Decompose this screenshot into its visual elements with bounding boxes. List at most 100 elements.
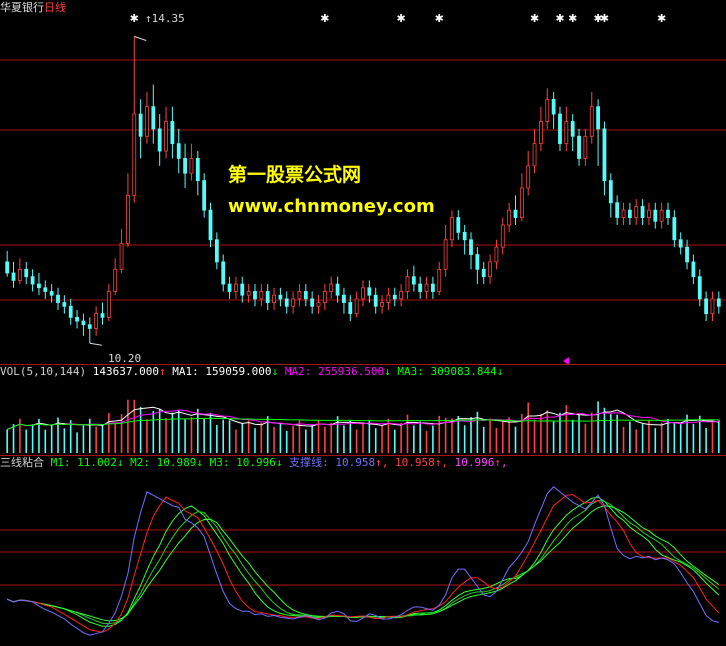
m1-arrow-icon: ↓ bbox=[116, 456, 124, 469]
candle bbox=[56, 294, 60, 303]
candle bbox=[710, 298, 715, 315]
candle bbox=[494, 246, 499, 263]
ma1-label: MA1: bbox=[172, 365, 199, 378]
candle bbox=[94, 313, 99, 329]
candle bbox=[640, 206, 645, 218]
candle bbox=[106, 291, 111, 318]
candle bbox=[176, 143, 181, 159]
volume-value: 143637.000 bbox=[92, 365, 159, 378]
m3-arrow-icon: ↓ bbox=[275, 456, 283, 469]
support-label: 支撑线: bbox=[289, 456, 329, 469]
ma2-arrow-icon: ↓ bbox=[384, 365, 391, 378]
candle bbox=[284, 298, 289, 307]
candle bbox=[329, 283, 334, 292]
candle bbox=[589, 106, 594, 137]
m2-label: M2: bbox=[130, 456, 150, 469]
ma3-value: 309083.844 bbox=[430, 365, 497, 378]
candle bbox=[475, 254, 480, 270]
high-price-value: 14.35 bbox=[151, 12, 185, 25]
candle bbox=[43, 287, 48, 292]
m3-value: 10.996 bbox=[236, 456, 276, 469]
candle bbox=[539, 121, 543, 145]
candle bbox=[526, 165, 531, 189]
volume-panel[interactable]: VOL(5,10,144) 143637.000↑ MA1: 159059.00… bbox=[0, 364, 726, 455]
period-label: 日线 bbox=[44, 1, 66, 14]
candle bbox=[119, 243, 124, 270]
candle bbox=[411, 276, 416, 285]
candle bbox=[373, 294, 378, 307]
candle bbox=[659, 209, 664, 222]
candle bbox=[183, 158, 187, 174]
up-arrow-icon: ↑ bbox=[145, 12, 152, 25]
candle bbox=[666, 209, 670, 218]
price-panel[interactable]: ✱ ✱ ✱ ✱ ✱ ✱ ✱ ✱ ✱ ✱ 华夏银行日线 ↑14.35 10.20 第一股票公式网 w… bbox=[0, 0, 726, 365]
candle bbox=[208, 209, 213, 241]
m2-arrow-icon: ↓ bbox=[196, 456, 203, 469]
candle bbox=[132, 113, 137, 196]
indicator-chart[interactable] bbox=[0, 455, 726, 646]
candle bbox=[348, 302, 353, 315]
candlestick-chart[interactable]: ✱ ✱ ✱ ✱ ✱ ✱ ✱ ✱✱ ✱ bbox=[0, 0, 726, 364]
star-marker-icon: ✱ bbox=[568, 12, 577, 25]
candle bbox=[62, 302, 67, 307]
candle bbox=[227, 283, 232, 292]
candle bbox=[335, 283, 340, 296]
candle bbox=[5, 261, 10, 274]
candle bbox=[456, 217, 461, 233]
ma2-label: MA2: bbox=[284, 365, 312, 378]
candle bbox=[570, 121, 575, 137]
candle bbox=[246, 291, 251, 296]
candle bbox=[234, 283, 238, 292]
candle bbox=[551, 98, 556, 115]
indicator-panel[interactable]: 三线粘合 M1: 11.002↓ M2: 10.989↓ M3: 10.996↓… bbox=[0, 455, 726, 646]
candle bbox=[685, 246, 689, 263]
candle bbox=[481, 268, 486, 278]
candle bbox=[49, 291, 54, 296]
candle bbox=[214, 239, 219, 263]
candle bbox=[716, 298, 721, 307]
candle bbox=[653, 209, 658, 222]
candle bbox=[367, 287, 372, 296]
volume-arrow-icon: ↑ bbox=[158, 365, 166, 378]
candle bbox=[532, 143, 537, 167]
candle bbox=[170, 121, 175, 145]
candle bbox=[342, 294, 346, 303]
candle bbox=[221, 261, 226, 285]
candle bbox=[704, 298, 709, 315]
ma3-label: MA3: bbox=[397, 365, 424, 378]
candle bbox=[240, 283, 245, 296]
watermark-url: www.chnmoney.com bbox=[228, 196, 435, 217]
candle bbox=[278, 294, 283, 300]
candle bbox=[11, 272, 16, 281]
candle bbox=[596, 106, 600, 130]
support-line bbox=[6, 486, 719, 636]
candle bbox=[564, 121, 569, 145]
candle bbox=[272, 294, 276, 303]
ma2-value: 255936.500 bbox=[317, 365, 385, 378]
candle bbox=[24, 268, 29, 278]
candle bbox=[678, 239, 683, 248]
candle bbox=[469, 239, 473, 255]
low-leader-line bbox=[89, 342, 102, 346]
purple-line-value: 10.996 bbox=[454, 456, 495, 469]
candle bbox=[405, 276, 410, 292]
candle bbox=[697, 276, 702, 300]
candle bbox=[500, 224, 505, 248]
support-arrow-icon: ↑ bbox=[375, 456, 382, 469]
candle bbox=[189, 158, 194, 174]
candle bbox=[68, 305, 73, 318]
candle bbox=[621, 209, 626, 218]
candle bbox=[37, 283, 41, 289]
stock-name: 华夏银行 bbox=[0, 1, 44, 14]
candle bbox=[361, 287, 365, 300]
candle bbox=[519, 187, 524, 218]
m1-value: 11.002 bbox=[77, 456, 117, 469]
candle bbox=[303, 291, 308, 300]
candle bbox=[545, 98, 550, 122]
candle bbox=[430, 283, 435, 292]
candle bbox=[488, 261, 492, 278]
m2-value: 10.989 bbox=[156, 456, 197, 469]
candle bbox=[87, 324, 92, 329]
candle bbox=[138, 113, 143, 137]
candle bbox=[100, 313, 105, 318]
